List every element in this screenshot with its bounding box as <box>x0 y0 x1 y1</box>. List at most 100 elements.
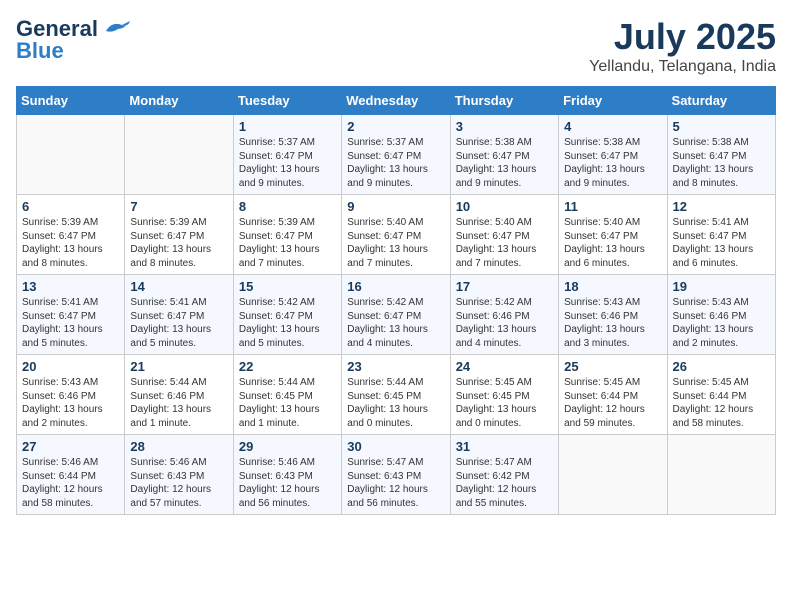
day-number: 4 <box>564 119 661 134</box>
table-row: 22 Sunrise: 5:44 AM Sunset: 6:45 PM Dayli… <box>233 355 341 435</box>
day-info: Sunrise: 5:37 AM Sunset: 6:47 PM Dayligh… <box>347 136 444 190</box>
day-number: 6 <box>22 199 119 214</box>
day-info: Sunrise: 5:38 AM Sunset: 6:47 PM Dayligh… <box>456 136 553 190</box>
day-info: Sunrise: 5:44 AM Sunset: 6:46 PM Dayligh… <box>130 376 227 430</box>
calendar-table: Sunday Monday Tuesday Wednesday Thursday… <box>16 86 776 515</box>
logo: General Blue <box>16 16 130 64</box>
day-number: 25 <box>564 359 661 374</box>
day-info: Sunrise: 5:43 AM Sunset: 6:46 PM Dayligh… <box>22 376 119 430</box>
header-thursday: Thursday <box>450 87 558 115</box>
header-friday: Friday <box>559 87 667 115</box>
day-number: 22 <box>239 359 336 374</box>
calendar-week-row: 6 Sunrise: 5:39 AM Sunset: 6:47 PM Daylig… <box>17 195 776 275</box>
day-number: 30 <box>347 439 444 454</box>
calendar-week-row: 1 Sunrise: 5:37 AM Sunset: 6:47 PM Daylig… <box>17 115 776 195</box>
day-info: Sunrise: 5:41 AM Sunset: 6:47 PM Dayligh… <box>22 296 119 350</box>
day-number: 1 <box>239 119 336 134</box>
day-info: Sunrise: 5:38 AM Sunset: 6:47 PM Dayligh… <box>673 136 770 190</box>
day-info: Sunrise: 5:40 AM Sunset: 6:47 PM Dayligh… <box>456 216 553 270</box>
day-info: Sunrise: 5:41 AM Sunset: 6:47 PM Dayligh… <box>130 296 227 350</box>
table-row: 31 Sunrise: 5:47 AM Sunset: 6:42 PM Dayli… <box>450 435 558 515</box>
day-info: Sunrise: 5:37 AM Sunset: 6:47 PM Dayligh… <box>239 136 336 190</box>
day-number: 28 <box>130 439 227 454</box>
day-info: Sunrise: 5:45 AM Sunset: 6:45 PM Dayligh… <box>456 376 553 430</box>
table-row: 21 Sunrise: 5:44 AM Sunset: 6:46 PM Dayli… <box>125 355 233 435</box>
title-block: July 2025 Yellandu, Telangana, India <box>589 16 776 76</box>
day-info: Sunrise: 5:45 AM Sunset: 6:44 PM Dayligh… <box>673 376 770 430</box>
day-number: 5 <box>673 119 770 134</box>
calendar-title: July 2025 <box>589 16 776 58</box>
day-number: 21 <box>130 359 227 374</box>
day-info: Sunrise: 5:41 AM Sunset: 6:47 PM Dayligh… <box>673 216 770 270</box>
day-number: 29 <box>239 439 336 454</box>
day-info: Sunrise: 5:40 AM Sunset: 6:47 PM Dayligh… <box>564 216 661 270</box>
table-row <box>559 435 667 515</box>
logo-bird-icon <box>102 19 130 39</box>
day-number: 24 <box>456 359 553 374</box>
day-info: Sunrise: 5:45 AM Sunset: 6:44 PM Dayligh… <box>564 376 661 430</box>
day-number: 19 <box>673 279 770 294</box>
table-row: 3 Sunrise: 5:38 AM Sunset: 6:47 PM Daylig… <box>450 115 558 195</box>
day-number: 15 <box>239 279 336 294</box>
day-number: 11 <box>564 199 661 214</box>
table-row: 14 Sunrise: 5:41 AM Sunset: 6:47 PM Dayli… <box>125 275 233 355</box>
table-row: 18 Sunrise: 5:43 AM Sunset: 6:46 PM Dayli… <box>559 275 667 355</box>
table-row: 6Sunrise: 5:39 AM Sunset: 6:47 PM Daylig… <box>17 195 125 275</box>
table-row: 26 Sunrise: 5:45 AM Sunset: 6:44 PM Dayli… <box>667 355 775 435</box>
table-row: 16 Sunrise: 5:42 AM Sunset: 6:47 PM Dayli… <box>342 275 450 355</box>
day-info: Sunrise: 5:44 AM Sunset: 6:45 PM Dayligh… <box>239 376 336 430</box>
page-header: General Blue July 2025 Yellandu, Telanga… <box>16 16 776 76</box>
day-number: 20 <box>22 359 119 374</box>
table-row: 1 Sunrise: 5:37 AM Sunset: 6:47 PM Daylig… <box>233 115 341 195</box>
day-info: Sunrise: 5:47 AM Sunset: 6:43 PM Dayligh… <box>347 456 444 510</box>
table-row: 13 Sunrise: 5:41 AM Sunset: 6:47 PM Dayli… <box>17 275 125 355</box>
day-number: 17 <box>456 279 553 294</box>
day-number: 7 <box>130 199 227 214</box>
day-info: Sunrise: 5:46 AM Sunset: 6:43 PM Dayligh… <box>130 456 227 510</box>
logo-blue-text: Blue <box>16 38 64 64</box>
header-saturday: Saturday <box>667 87 775 115</box>
table-row: 9Sunrise: 5:40 AM Sunset: 6:47 PM Daylig… <box>342 195 450 275</box>
table-row: 11 Sunrise: 5:40 AM Sunset: 6:47 PM Dayli… <box>559 195 667 275</box>
calendar-week-row: 13 Sunrise: 5:41 AM Sunset: 6:47 PM Dayli… <box>17 275 776 355</box>
table-row: 24 Sunrise: 5:45 AM Sunset: 6:45 PM Dayli… <box>450 355 558 435</box>
table-row <box>125 115 233 195</box>
day-number: 2 <box>347 119 444 134</box>
day-info: Sunrise: 5:44 AM Sunset: 6:45 PM Dayligh… <box>347 376 444 430</box>
header-wednesday: Wednesday <box>342 87 450 115</box>
day-info: Sunrise: 5:39 AM Sunset: 6:47 PM Dayligh… <box>130 216 227 270</box>
table-row: 23Sunrise: 5:44 AM Sunset: 6:45 PM Dayli… <box>342 355 450 435</box>
table-row: 15 Sunrise: 5:42 AM Sunset: 6:47 PM Dayli… <box>233 275 341 355</box>
table-row: 4 Sunrise: 5:38 AM Sunset: 6:47 PM Daylig… <box>559 115 667 195</box>
day-info: Sunrise: 5:42 AM Sunset: 6:47 PM Dayligh… <box>239 296 336 350</box>
day-info: Sunrise: 5:43 AM Sunset: 6:46 PM Dayligh… <box>564 296 661 350</box>
day-number: 16 <box>347 279 444 294</box>
header-tuesday: Tuesday <box>233 87 341 115</box>
day-info: Sunrise: 5:38 AM Sunset: 6:47 PM Dayligh… <box>564 136 661 190</box>
day-number: 3 <box>456 119 553 134</box>
day-info: Sunrise: 5:42 AM Sunset: 6:46 PM Dayligh… <box>456 296 553 350</box>
table-row: 28 Sunrise: 5:46 AM Sunset: 6:43 PM Dayli… <box>125 435 233 515</box>
day-info: Sunrise: 5:42 AM Sunset: 6:47 PM Dayligh… <box>347 296 444 350</box>
table-row <box>17 115 125 195</box>
day-number: 18 <box>564 279 661 294</box>
day-number: 9 <box>347 199 444 214</box>
day-info: Sunrise: 5:47 AM Sunset: 6:42 PM Dayligh… <box>456 456 553 510</box>
day-number: 8 <box>239 199 336 214</box>
day-number: 31 <box>456 439 553 454</box>
day-info: Sunrise: 5:43 AM Sunset: 6:46 PM Dayligh… <box>673 296 770 350</box>
day-info: Sunrise: 5:46 AM Sunset: 6:43 PM Dayligh… <box>239 456 336 510</box>
day-number: 13 <box>22 279 119 294</box>
table-row: 20 Sunrise: 5:43 AM Sunset: 6:46 PM Dayli… <box>17 355 125 435</box>
calendar-week-row: 20 Sunrise: 5:43 AM Sunset: 6:46 PM Dayli… <box>17 355 776 435</box>
day-number: 12 <box>673 199 770 214</box>
day-number: 26 <box>673 359 770 374</box>
day-info: Sunrise: 5:39 AM Sunset: 6:47 PM Dayligh… <box>239 216 336 270</box>
table-row: 8 Sunrise: 5:39 AM Sunset: 6:47 PM Daylig… <box>233 195 341 275</box>
table-row: 5 Sunrise: 5:38 AM Sunset: 6:47 PM Daylig… <box>667 115 775 195</box>
table-row: 2 Sunrise: 5:37 AM Sunset: 6:47 PM Daylig… <box>342 115 450 195</box>
calendar-subtitle: Yellandu, Telangana, India <box>589 58 776 76</box>
table-row: 10Sunrise: 5:40 AM Sunset: 6:47 PM Dayli… <box>450 195 558 275</box>
table-row: 30 Sunrise: 5:47 AM Sunset: 6:43 PM Dayli… <box>342 435 450 515</box>
day-number: 14 <box>130 279 227 294</box>
